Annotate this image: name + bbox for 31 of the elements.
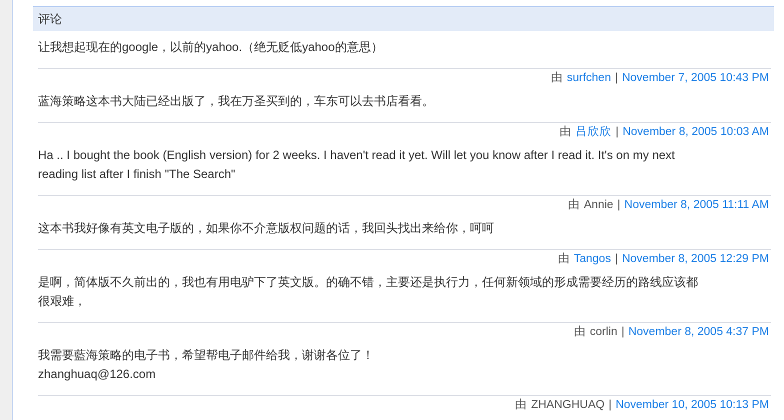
- by-label: 由: [550, 70, 563, 86]
- author-name: Annie: [584, 198, 614, 213]
- comment-text: 是啊，简体版不久前出的，我也有用电驴下了英文版。的确不错，主要还是执行力，任何新领域的形成需要经历的路线应该都很艰难，: [38, 274, 699, 310]
- by-label: 由: [560, 124, 572, 140]
- author-name: ZHANGHUAQ: [531, 398, 605, 413]
- section-header: 评论: [33, 6, 774, 31]
- comment-date-link[interactable]: November 7, 2005 10:43 PM: [622, 69, 769, 88]
- author-link[interactable]: 吕欣欣: [576, 123, 612, 142]
- by-label: 由: [574, 324, 586, 340]
- by-label: 由: [515, 398, 528, 413]
- comment-date-link[interactable]: November 8, 2005 11:11 AM: [624, 196, 769, 215]
- comment-text: Ha .. I bought the book (English version) for 2 weeks. I haven't read it yet. Will let you know after I read it. It's on my next reading list after I finish "The Search": [38, 147, 676, 183]
- separator: |: [614, 71, 618, 86]
- comment-text: 蓝海策略这本书大陆已经出版了，我在万圣买到的，车东可以去书店看看。: [38, 93, 435, 110]
- by-label: 由: [568, 198, 580, 213]
- by-label: 由: [558, 252, 570, 267]
- separator: |: [608, 398, 612, 413]
- separator: |: [616, 125, 619, 140]
- author-link[interactable]: Tangos: [574, 250, 611, 269]
- separator: |: [617, 198, 620, 213]
- author-name: corlin: [590, 325, 618, 340]
- comment-date-link[interactable]: November 8, 2005 10:03 AM: [622, 123, 769, 142]
- separator: |: [614, 252, 618, 267]
- comment-text: 让我想起现在的google，以前的yahoo.（绝无贬低yahoo的意思）: [38, 39, 384, 56]
- comment-date-link[interactable]: November 10, 2005 10:13 PM: [616, 396, 769, 415]
- comment-date-link[interactable]: November 8, 2005 4:37 PM: [628, 323, 769, 342]
- comment-text: 这本书我好像有英文电子版的，如果你不介意版权问题的话，我回头找出来给你，呵呵: [38, 220, 495, 237]
- comment-text: 我需要藍海策略的电子书，希望帮电子邮件给我，谢谢各位了！ zhanghuaq@126.com: [38, 347, 375, 383]
- separator: |: [621, 325, 624, 340]
- author-link[interactable]: surfchen: [566, 69, 611, 88]
- comment-date-link[interactable]: November 8, 2005 12:29 PM: [622, 250, 769, 269]
